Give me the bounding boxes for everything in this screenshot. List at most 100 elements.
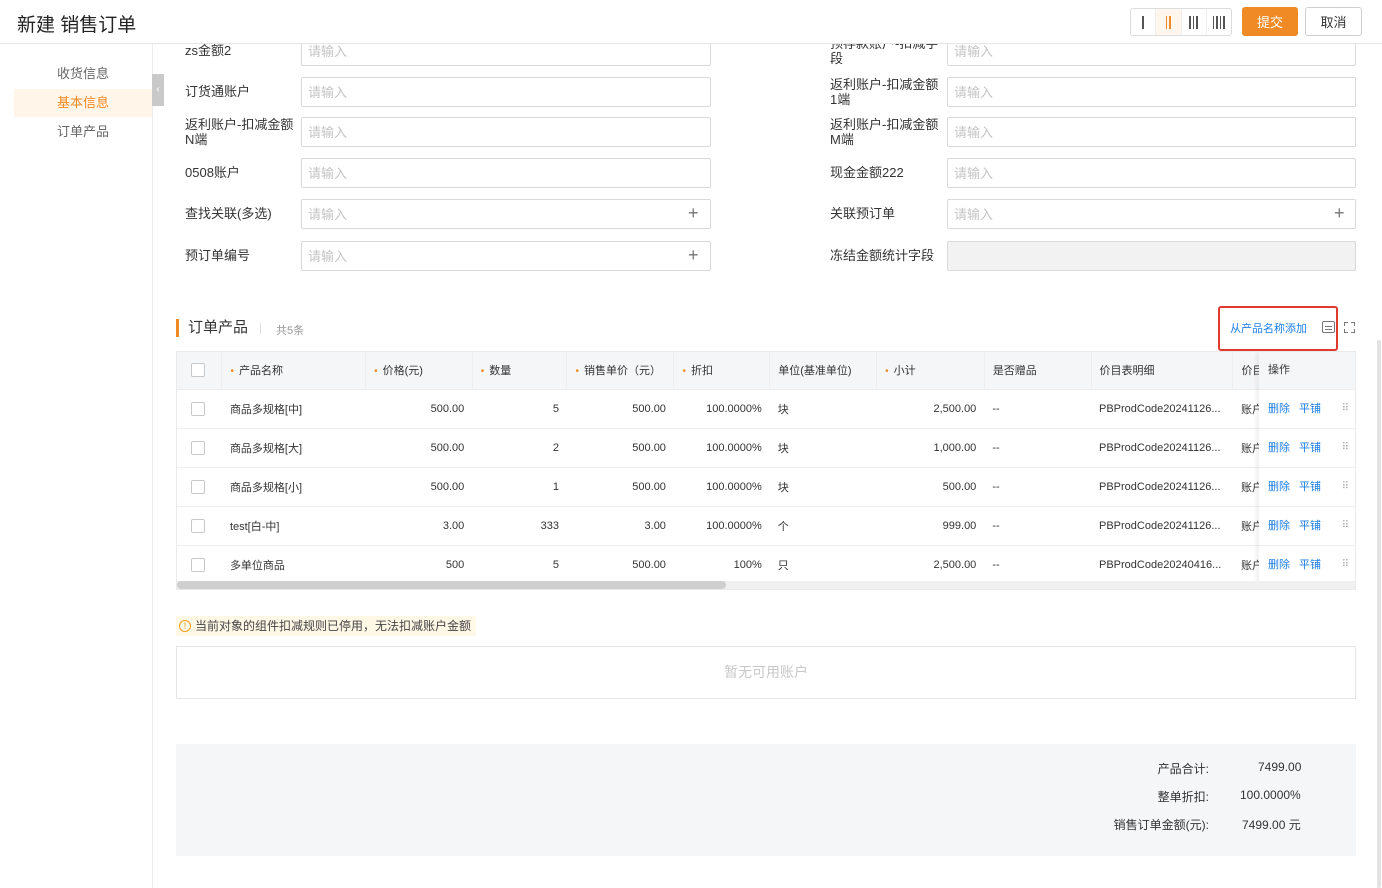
cell-price[interactable]: 500.00 (365, 427, 473, 467)
tile-link[interactable]: 平铺 (1299, 559, 1321, 571)
col-header-unit[interactable]: 单位(基准单位) (769, 352, 878, 389)
col-header-price[interactable]: • 价格(元) (365, 352, 473, 389)
preorder-number-input[interactable] (301, 241, 711, 271)
col-header-subtotal[interactable]: • 小计 (876, 352, 985, 389)
col-header-pricebook[interactable]: 价目表明细 (1091, 352, 1234, 389)
cell-pricebook[interactable]: PBProdCode20240416... (1091, 544, 1233, 584)
add-icon[interactable]: + (688, 246, 699, 264)
cell-discount[interactable]: 100.0000% (673, 505, 770, 545)
row-checkbox[interactable] (191, 557, 205, 572)
cell-unit-price[interactable]: 500.00 (566, 427, 674, 467)
cell-price[interactable]: 500.00 (365, 388, 473, 428)
lookup-multi-input[interactable] (301, 199, 711, 229)
nav-item-shipping-info[interactable]: 收货信息 (14, 60, 152, 88)
cell-price[interactable]: 500 (365, 544, 473, 584)
related-preorder-input[interactable] (947, 199, 1356, 229)
rebate-m-input[interactable] (947, 117, 1356, 147)
cell-price[interactable]: 3.00 (365, 505, 473, 545)
row-checkbox[interactable] (191, 401, 205, 416)
col-header-name[interactable]: • 产品名称 (221, 352, 367, 389)
drag-handle-icon[interactable]: ⠿ (1342, 429, 1349, 467)
page-scrollbar[interactable] (1377, 340, 1381, 888)
cell-pricebook[interactable]: PBProdCode20241126... (1091, 466, 1233, 506)
submit-button[interactable]: 提交 (1242, 7, 1298, 36)
delete-link[interactable]: 删除 (1268, 442, 1290, 454)
cash-amount-input[interactable] (947, 158, 1356, 188)
table-row[interactable]: 商品多规格[大] 500.00 2 500.00 100.0000% 块 1,0… (177, 427, 1355, 467)
cell-pricebook[interactable]: PBProdCode20241126... (1091, 505, 1233, 545)
horizontal-scrollbar[interactable] (177, 581, 1355, 589)
layout-two-column-button[interactable] (1156, 9, 1182, 35)
cell-name[interactable]: test[白-中] (221, 505, 366, 545)
cell-qty[interactable]: 5 (472, 388, 567, 428)
cell-gift[interactable]: -- (984, 544, 1091, 584)
cell-unit-price[interactable]: 500.00 (566, 388, 674, 428)
col-header-gift[interactable]: 是否赠品 (984, 352, 1092, 389)
drag-handle-icon[interactable]: ⠿ (1342, 507, 1349, 545)
cell-pricebook[interactable]: PBProdCode20241126... (1091, 388, 1233, 428)
drag-handle-icon[interactable]: ⠿ (1342, 468, 1349, 506)
table-row[interactable]: 商品多规格[中] 500.00 5 500.00 100.0000% 块 2,5… (177, 388, 1355, 428)
tile-link[interactable]: 平铺 (1299, 481, 1321, 493)
delete-link[interactable]: 删除 (1268, 520, 1290, 532)
add-icon[interactable]: + (1334, 204, 1345, 222)
row-checkbox[interactable] (191, 479, 205, 494)
cell-pricebook[interactable]: PBProdCode20241126... (1091, 427, 1233, 467)
cell-qty[interactable]: 5 (472, 544, 567, 584)
cell-discount[interactable]: 100.0000% (673, 388, 770, 428)
cell-unit-price[interactable]: 3.00 (566, 505, 674, 545)
row-checkbox[interactable] (191, 518, 205, 533)
row-checkbox[interactable] (191, 440, 205, 455)
layout-four-column-button[interactable] (1207, 9, 1231, 35)
cell-name[interactable]: 商品多规格[中] (221, 388, 366, 428)
sidebar-collapse-icon[interactable]: ‹ (152, 74, 164, 106)
cell-gift[interactable]: -- (984, 388, 1091, 428)
layout-one-column-button[interactable] (1131, 9, 1157, 35)
cell-name[interactable]: 商品多规格[小] (221, 466, 366, 506)
tile-link[interactable]: 平铺 (1299, 520, 1321, 532)
scrollbar-thumb[interactable] (177, 581, 726, 589)
cancel-button[interactable]: 取消 (1305, 7, 1362, 36)
cell-discount[interactable]: 100.0000% (673, 466, 770, 506)
card-view-icon[interactable] (1322, 321, 1335, 333)
delete-link[interactable]: 删除 (1268, 481, 1290, 493)
cell-unit[interactable]: 个 (769, 505, 877, 545)
tile-link[interactable]: 平铺 (1299, 442, 1321, 454)
add-from-product-link[interactable]: 从产品名称添加 (1230, 320, 1307, 336)
cell-name[interactable]: 多单位商品 (221, 544, 366, 584)
col-header-unit-price[interactable]: • 销售单价（元） (566, 352, 675, 389)
table-row[interactable]: 商品多规格[小] 500.00 1 500.00 100.0000% 块 500… (177, 466, 1355, 506)
cell-unit-price[interactable]: 500.00 (566, 466, 674, 506)
col-header-discount[interactable]: • 折扣 (673, 352, 771, 389)
cell-gift[interactable]: -- (984, 505, 1091, 545)
cell-unit[interactable]: 只 (769, 544, 877, 584)
fullscreen-icon[interactable] (1344, 322, 1355, 333)
cell-qty[interactable]: 1 (472, 466, 567, 506)
cell-price[interactable]: 500.00 (365, 466, 473, 506)
cell-unit-price[interactable]: 500.00 (566, 544, 674, 584)
ordering-account-input[interactable] (301, 77, 711, 107)
cell-gift[interactable]: -- (984, 427, 1091, 467)
cell-name[interactable]: 商品多规格[大] (221, 427, 366, 467)
select-all-checkbox[interactable] (191, 363, 205, 378)
account-0508-input[interactable] (301, 158, 711, 188)
rebate-n-input[interactable] (301, 117, 711, 147)
rebate-1-input[interactable] (947, 77, 1356, 107)
cell-qty[interactable]: 333 (472, 505, 567, 545)
table-row[interactable]: test[白-中] 3.00 333 3.00 100.0000% 个 999.… (177, 505, 1355, 545)
nav-item-order-products[interactable]: 订单产品 (14, 118, 152, 146)
table-row[interactable]: 多单位商品 500 5 500.00 100% 只 2,500.00 -- PB… (177, 544, 1355, 584)
add-icon[interactable]: + (688, 204, 699, 222)
cell-qty[interactable]: 2 (472, 427, 567, 467)
col-header-qty[interactable]: • 数量 (472, 352, 568, 389)
drag-handle-icon[interactable]: ⠿ (1342, 546, 1349, 584)
nav-item-basic-info[interactable]: 基本信息 (14, 89, 152, 117)
delete-link[interactable]: 删除 (1268, 403, 1290, 415)
cell-unit[interactable]: 块 (769, 388, 877, 428)
tile-link[interactable]: 平铺 (1299, 403, 1321, 415)
cell-unit[interactable]: 块 (769, 466, 877, 506)
cell-unit[interactable]: 块 (769, 427, 877, 467)
drag-handle-icon[interactable]: ⠿ (1342, 390, 1349, 428)
cell-discount[interactable]: 100% (673, 544, 770, 584)
layout-three-column-button[interactable] (1182, 9, 1207, 35)
